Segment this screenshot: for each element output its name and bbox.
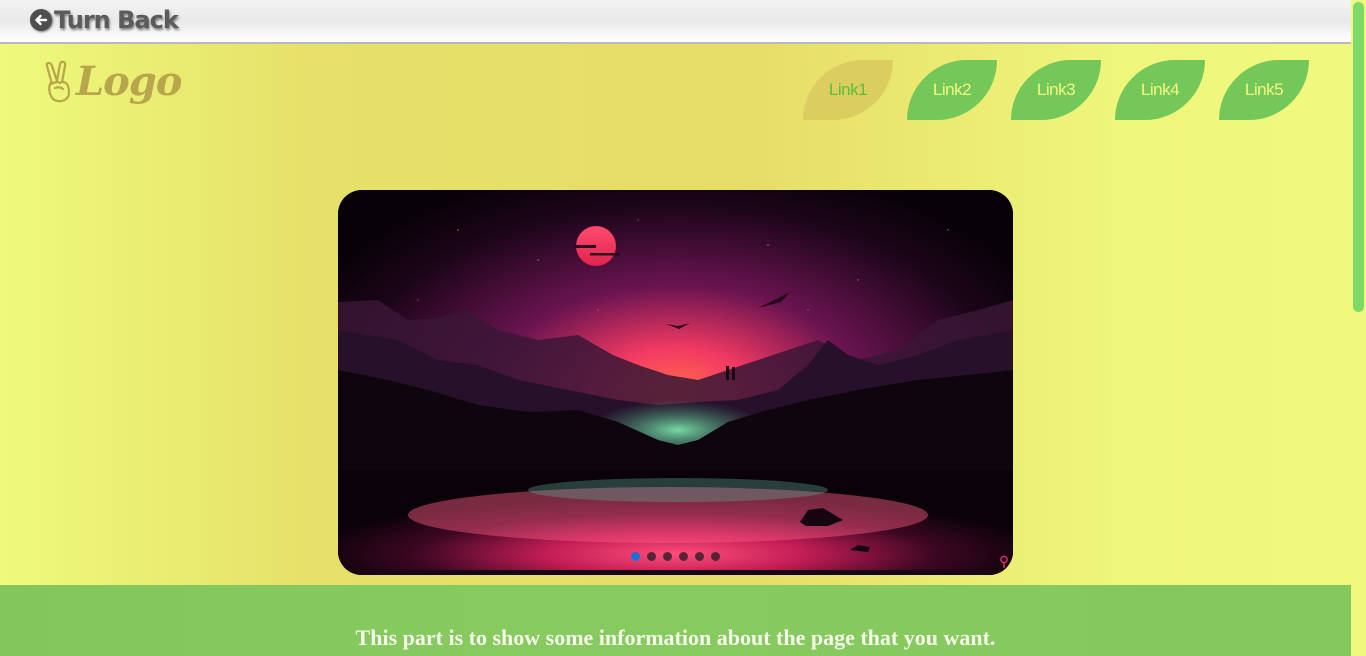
nav-link-2[interactable]: Link2	[907, 60, 997, 120]
scrollbar-thumb[interactable]	[1353, 2, 1364, 312]
turn-back-label: Turn Back	[54, 6, 179, 34]
slider-dots	[631, 552, 720, 561]
peace-hand-icon	[45, 60, 71, 102]
slide-image	[338, 190, 1013, 575]
location-pin-icon	[1000, 555, 1008, 568]
main-nav: Link1 Link2 Link3 Link4 Link5	[803, 60, 1309, 120]
logo-text: Logo	[76, 58, 182, 105]
info-text: This part is to show some information ab…	[355, 625, 996, 650]
page-scrollbar[interactable]	[1351, 0, 1366, 656]
turn-back-button[interactable]: Turn Back	[30, 6, 179, 34]
slider-dot-2[interactable]	[647, 552, 656, 561]
slider-dot-5[interactable]	[695, 552, 704, 561]
nav-link-3[interactable]: Link3	[1011, 60, 1101, 120]
slider-dot-3[interactable]	[663, 552, 672, 561]
nav-link-5[interactable]: Link5	[1219, 60, 1309, 120]
slider-dot-6[interactable]	[711, 552, 720, 561]
nav-link-1[interactable]: Link1	[803, 60, 893, 120]
nav-link-4[interactable]: Link4	[1115, 60, 1205, 120]
top-bar: Turn Back	[0, 0, 1351, 44]
info-section: This part is to show some information ab…	[0, 585, 1351, 656]
slider-dot-1[interactable]	[631, 552, 640, 561]
image-slider[interactable]	[338, 190, 1013, 575]
site-logo[interactable]: Logo	[42, 58, 182, 105]
arrow-left-circle-icon	[30, 9, 52, 31]
slider-dot-4[interactable]	[679, 552, 688, 561]
